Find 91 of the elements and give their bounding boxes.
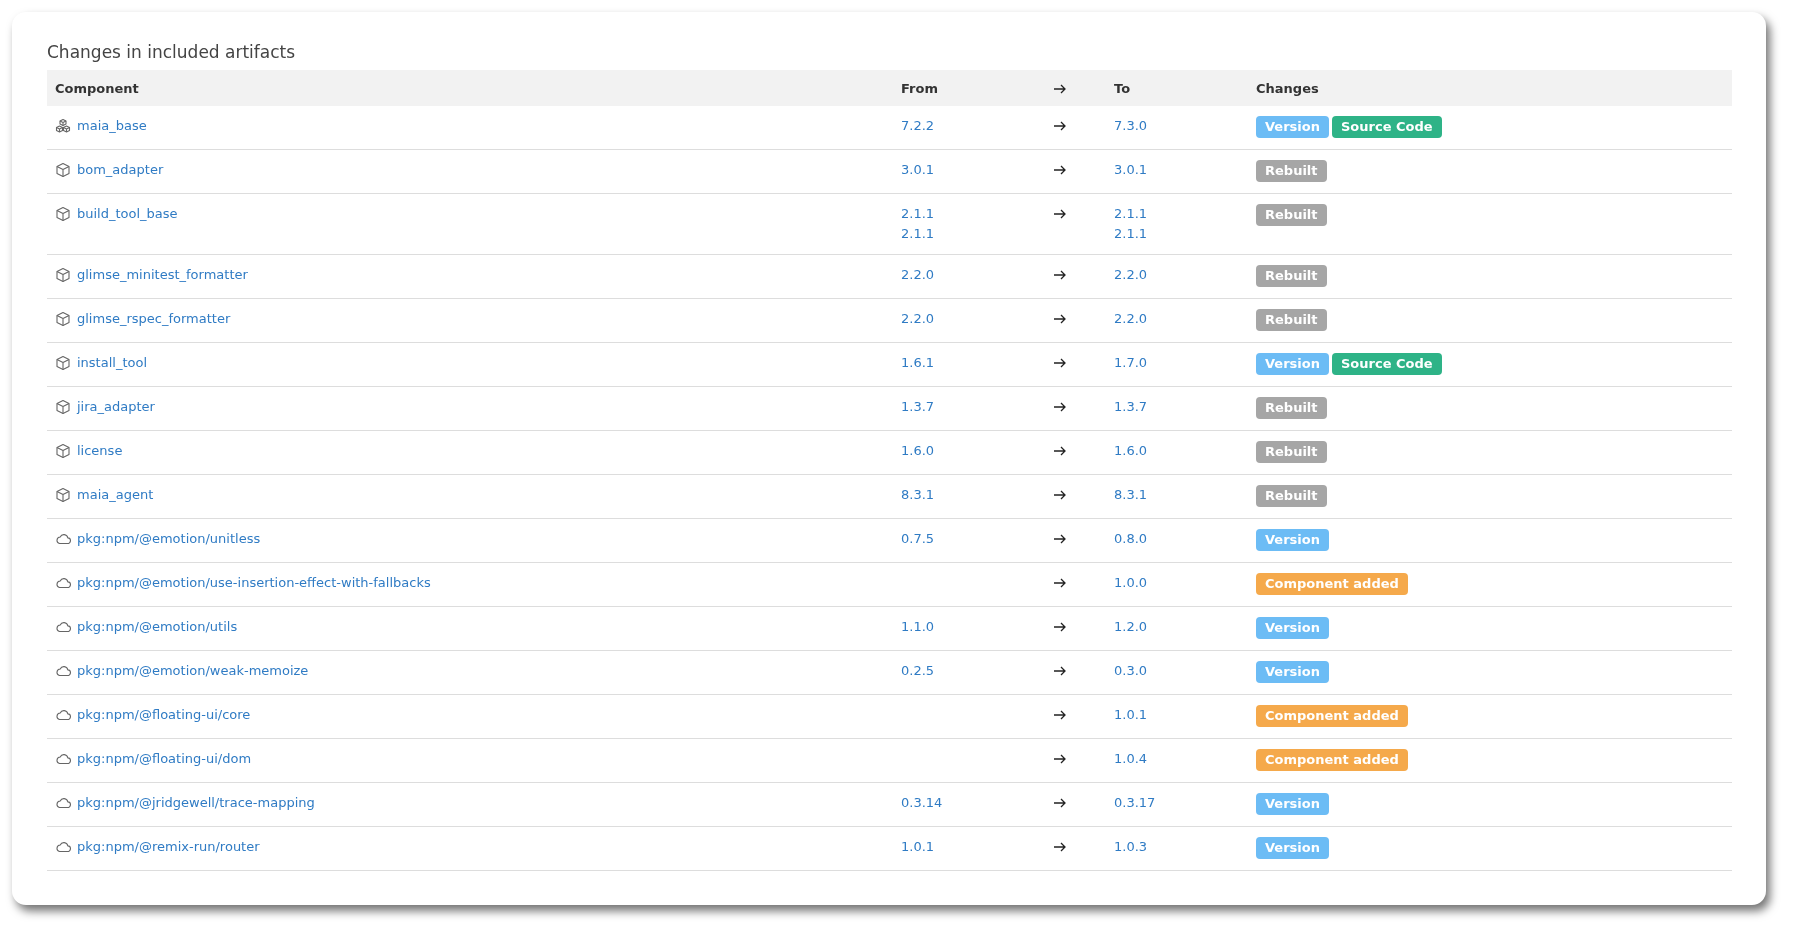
version-link[interactable]: 1.0.0 <box>1114 573 1148 593</box>
change-badge: Rebuilt <box>1256 485 1327 507</box>
version-link[interactable]: 7.3.0 <box>1114 116 1148 136</box>
version-link[interactable]: 2.2.0 <box>1114 309 1148 329</box>
change-badge: Version <box>1256 661 1329 683</box>
version-link[interactable]: 1.3.7 <box>1114 397 1148 417</box>
version-link[interactable]: 2.1.1 <box>901 224 935 244</box>
change-badge: Component added <box>1256 749 1408 771</box>
component-link[interactable]: maia_agent <box>77 485 154 505</box>
component-link[interactable]: pkg:npm/@remix-run/router <box>77 837 260 857</box>
cloud-icon <box>55 619 71 635</box>
cloud-icon <box>55 839 71 855</box>
change-badge: Version <box>1256 529 1329 551</box>
change-badge: Rebuilt <box>1256 397 1327 419</box>
version-link[interactable]: 1.6.0 <box>1114 441 1148 461</box>
version-link[interactable]: 1.0.1 <box>1114 705 1148 725</box>
version-link[interactable]: 1.0.4 <box>1114 749 1148 769</box>
box-icon <box>55 443 71 459</box>
version-link[interactable]: 3.0.1 <box>901 160 935 180</box>
version-link[interactable]: 0.7.5 <box>901 529 935 549</box>
version-link[interactable]: 1.2.0 <box>1114 617 1148 637</box>
component-link[interactable]: build_tool_base <box>77 204 178 224</box>
change-badge: Rebuilt <box>1256 265 1327 287</box>
version-link[interactable]: 7.2.2 <box>901 116 935 136</box>
cloud-icon <box>55 663 71 679</box>
component-link[interactable]: glimse_minitest_formatter <box>77 265 248 285</box>
version-link[interactable]: 2.1.1 <box>1114 224 1148 244</box>
box-icon <box>55 206 71 222</box>
version-link[interactable]: 8.3.1 <box>1114 485 1148 505</box>
version-link[interactable]: 1.0.3 <box>1114 837 1148 857</box>
column-header: To <box>1114 80 1131 96</box>
box-icon <box>55 267 71 283</box>
cloud-icon <box>55 707 71 723</box>
version-link[interactable]: 2.2.0 <box>1114 265 1148 285</box>
change-badge: Version <box>1256 837 1329 859</box>
component-link[interactable]: glimse_rspec_formatter <box>77 309 231 329</box>
change-badge: Version <box>1256 116 1329 138</box>
version-link[interactable]: 1.6.0 <box>901 441 935 461</box>
change-badge: Component added <box>1256 705 1408 727</box>
component-link[interactable]: license <box>77 441 123 461</box>
version-link[interactable]: 3.0.1 <box>1114 160 1148 180</box>
change-badge: Version <box>1256 793 1329 815</box>
change-badge: Rebuilt <box>1256 160 1327 182</box>
version-link[interactable]: 2.2.0 <box>901 309 935 329</box>
component-link[interactable]: pkg:npm/@emotion/utils <box>77 617 238 637</box>
change-badge: Source Code <box>1331 116 1442 138</box>
box-icon <box>55 162 71 178</box>
change-badge: Rebuilt <box>1256 204 1327 226</box>
component-link[interactable]: pkg:npm/@jridgewell/trace-mapping <box>77 793 315 813</box>
component-link[interactable]: bom_adapter <box>77 160 164 180</box>
change-badge: Version <box>1256 617 1329 639</box>
section-title: Changes in included artifacts <box>47 42 296 62</box>
change-badge: Source Code <box>1331 353 1442 375</box>
cloud-icon <box>55 575 71 591</box>
component-link[interactable]: pkg:npm/@floating-ui/dom <box>77 749 252 769</box>
box-icon <box>55 311 71 327</box>
box-icon <box>55 399 71 415</box>
version-link[interactable]: 1.1.0 <box>901 617 935 637</box>
column-header: Changes <box>1256 80 1319 96</box>
version-link[interactable]: 0.8.0 <box>1114 529 1148 549</box>
component-link[interactable]: pkg:npm/@floating-ui/core <box>77 705 251 725</box>
cloud-icon <box>55 531 71 547</box>
column-header: Component <box>55 80 139 96</box>
version-link[interactable]: 2.1.1 <box>1114 204 1148 224</box>
component-link[interactable]: maia_base <box>77 116 147 136</box>
change-badge: Rebuilt <box>1256 441 1327 463</box>
version-link[interactable]: 0.3.17 <box>1114 793 1156 813</box>
column-header: From <box>901 80 938 96</box>
version-link[interactable]: 2.1.1 <box>901 204 935 224</box>
change-badge: Component added <box>1256 573 1408 595</box>
version-link[interactable]: 1.0.1 <box>901 837 935 857</box>
component-link[interactable]: jira_adapter <box>77 397 155 417</box>
version-link[interactable]: 0.2.5 <box>901 661 935 681</box>
box-icon <box>55 355 71 371</box>
version-link[interactable]: 0.3.0 <box>1114 661 1148 681</box>
component-link[interactable]: pkg:npm/@emotion/unitless <box>77 529 261 549</box>
change-badge: Rebuilt <box>1256 309 1327 331</box>
version-link[interactable]: 1.7.0 <box>1114 353 1148 373</box>
stack-of-boxes-icon <box>55 118 71 134</box>
cloud-icon <box>55 751 71 767</box>
component-link[interactable]: pkg:npm/@emotion/use-insertion-effect-with-fallbacks <box>77 573 431 593</box>
version-link[interactable]: 8.3.1 <box>901 485 935 505</box>
version-link[interactable]: 2.2.0 <box>901 265 935 285</box>
box-icon <box>55 487 71 503</box>
component-link[interactable]: install_tool <box>77 353 148 373</box>
cloud-icon <box>55 795 71 811</box>
version-link[interactable]: 0.3.14 <box>901 793 943 813</box>
version-link[interactable]: 1.6.1 <box>901 353 935 373</box>
change-badge: Version <box>1256 353 1329 375</box>
version-link[interactable]: 1.3.7 <box>901 397 935 417</box>
component-link[interactable]: pkg:npm/@emotion/weak-memoize <box>77 661 309 681</box>
